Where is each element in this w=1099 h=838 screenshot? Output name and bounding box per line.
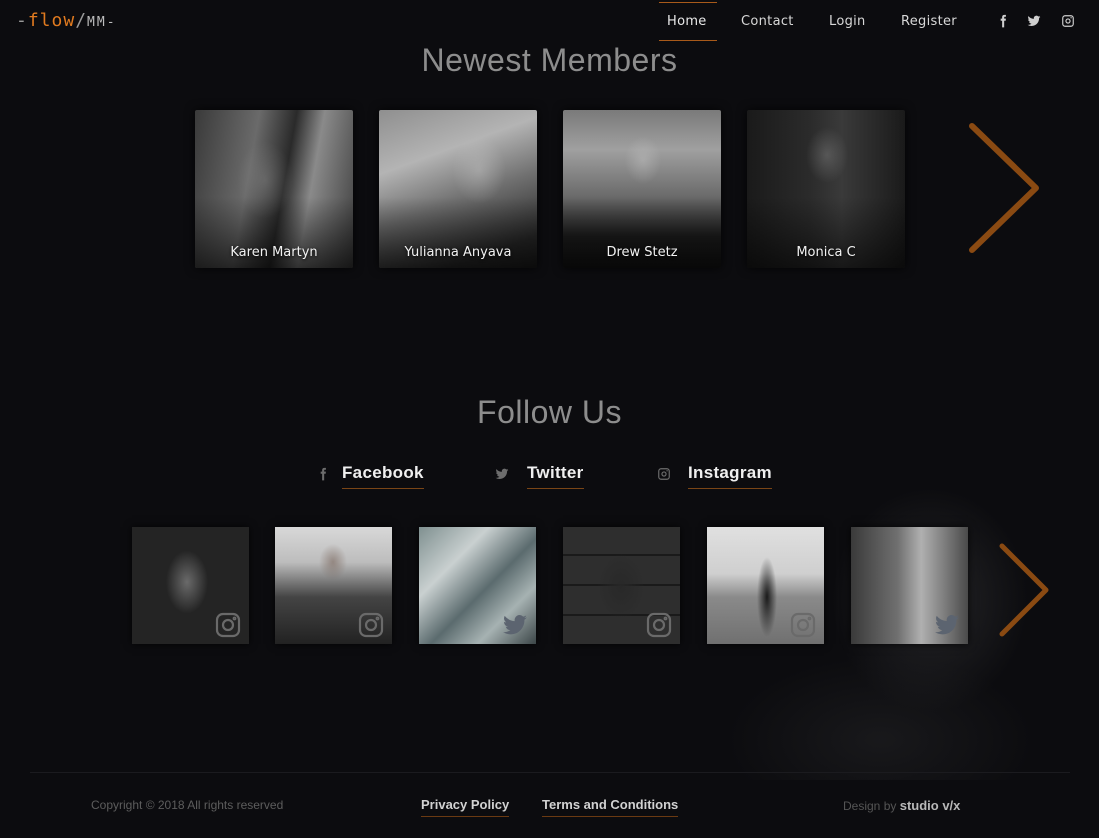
instagram-icon (790, 612, 816, 638)
social-post[interactable] (851, 527, 968, 644)
social-post[interactable] (275, 527, 392, 644)
social-post[interactable] (707, 527, 824, 644)
twitter-icon (495, 466, 509, 485)
chevron-right-icon (999, 543, 1049, 637)
member-name: Monica C (796, 245, 856, 260)
nav-register[interactable]: Register (901, 14, 957, 29)
privacy-policy-link[interactable]: Privacy Policy (421, 797, 510, 817)
social-post[interactable] (419, 527, 536, 644)
follow-instagram-label: Instagram (688, 463, 772, 489)
twitter-icon (934, 612, 960, 638)
member-name: Yulianna Anyava (404, 245, 512, 260)
site-logo[interactable]: -flow/MM- (16, 10, 117, 31)
newest-members-title: Newest Members (421, 42, 678, 78)
follow-facebook-link[interactable]: Facebook (316, 462, 436, 489)
twitter-icon[interactable] (1027, 13, 1041, 32)
member-card[interactable]: Yulianna Anyava (379, 110, 537, 268)
nav-home[interactable]: Home (667, 14, 707, 29)
member-name: Karen Martyn (230, 245, 318, 260)
follow-twitter-link[interactable]: Twitter (495, 462, 595, 489)
footer-divider (30, 772, 1070, 773)
social-post[interactable] (563, 527, 680, 644)
member-card[interactable]: Karen Martyn (195, 110, 353, 268)
logo-flow: flow (27, 10, 76, 31)
instagram-icon (657, 466, 671, 485)
follow-us-title: Follow Us (477, 394, 622, 430)
instagram-icon[interactable] (1061, 13, 1075, 32)
nav-login[interactable]: Login (829, 14, 866, 29)
facebook-icon (316, 466, 330, 485)
chevron-right-icon (969, 123, 1039, 253)
follow-facebook-label: Facebook (342, 463, 424, 489)
logo-mm: MM- (87, 15, 117, 30)
instagram-icon (646, 612, 672, 638)
social-post[interactable] (132, 527, 249, 644)
nav-contact[interactable]: Contact (741, 14, 794, 29)
instagram-icon (358, 612, 384, 638)
design-credit-prefix: Design by (843, 799, 897, 813)
twitter-icon (502, 612, 528, 638)
member-card[interactable]: Monica C (747, 110, 905, 268)
member-name: Drew Stetz (606, 245, 678, 260)
instagram-icon (215, 612, 241, 638)
design-credit: Design by studio v/x (843, 798, 960, 813)
terms-link[interactable]: Terms and Conditions (542, 797, 679, 817)
facebook-icon[interactable] (996, 13, 1010, 32)
logo-slash: / (75, 10, 88, 31)
design-studio-link[interactable]: studio v/x (900, 798, 961, 813)
members-next-button[interactable] (964, 118, 1044, 258)
gallery-next-button[interactable] (994, 540, 1054, 640)
follow-twitter-label: Twitter (527, 463, 584, 489)
logo-dash: - (16, 10, 28, 31)
member-card[interactable]: Drew Stetz (563, 110, 721, 268)
copyright-text: Copyright © 2018 All rights reserved (91, 798, 284, 812)
follow-instagram-link[interactable]: Instagram (657, 462, 787, 489)
site-header: -flow/MM- Home Contact Login Register (0, 0, 1099, 44)
